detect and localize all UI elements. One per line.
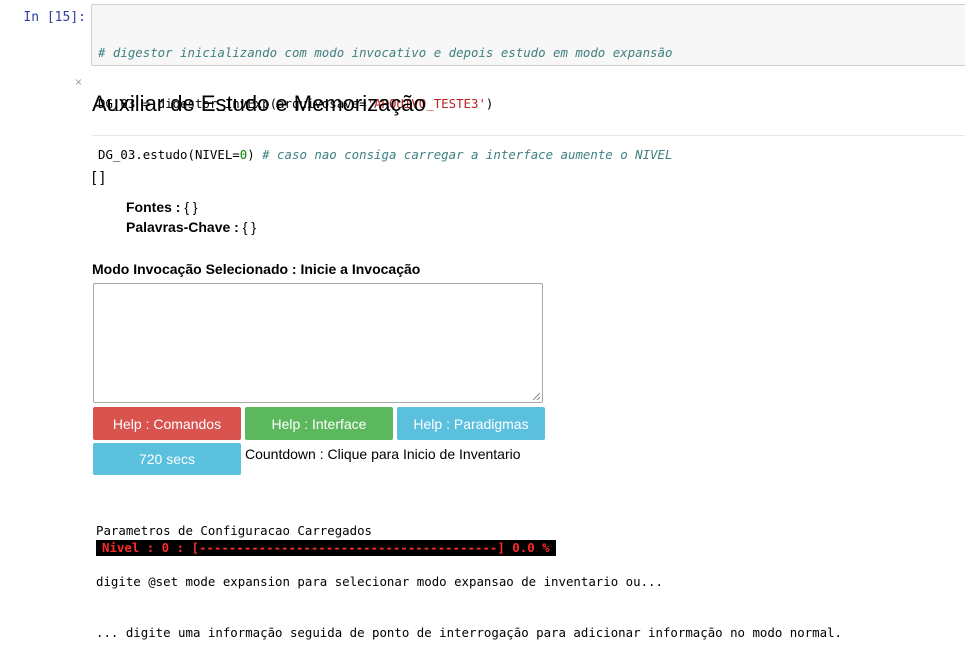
code-text: DG_03.estudo(NIVEL= [98, 147, 240, 162]
help-comandos-button[interactable]: Help : Comandos [93, 407, 241, 440]
code-cell-input[interactable]: # digestor inicializando com modo invoca… [91, 4, 965, 162]
palavras-chave-line: Palavras-Chave : { } [126, 219, 256, 235]
cell-output: Parametros de Configuracao Carregados di… [96, 488, 842, 658]
palavras-chave-value: { } [242, 219, 256, 235]
page-title: Auxiliar de Estudo e Memorização [92, 91, 426, 116]
progress-bar-text: Nivel : 0 : [---------------------------… [96, 540, 556, 556]
divider [92, 135, 965, 136]
palavras-chave-label: Palavras-Chave [126, 219, 231, 235]
output-line: digite @set mode expansion para selecion… [96, 574, 663, 589]
code-comment: # digestor inicializando com modo invoca… [98, 45, 673, 60]
fontes-sep: : [171, 199, 185, 215]
empty-list-display: [ ] [92, 169, 105, 186]
close-output-icon[interactable]: × [75, 76, 82, 88]
invocation-textarea[interactable] [93, 283, 543, 403]
countdown-timer-button[interactable]: 720 secs [93, 443, 241, 475]
output-line: Parametros de Configuracao Carregados [96, 523, 373, 538]
output-line: ... digite uma informação seguida de pon… [96, 625, 842, 640]
code-text: ) [247, 147, 263, 162]
mode-label: Modo Invocação Selecionado : Inicie a In… [92, 261, 421, 277]
code-line-3: DG_03.estudo(NIVEL=0) # caso nao consiga… [98, 146, 965, 163]
code-comment: # caso nao consiga carregar a interface … [262, 147, 673, 162]
code-text: ) [485, 96, 494, 111]
fontes-label: Fontes [126, 199, 172, 215]
help-paradigmas-button[interactable]: Help : Paradigmas [397, 407, 545, 440]
cell-prompt: In [15]: [23, 10, 86, 25]
countdown-label: Countdown : Clique para Inicio de Invent… [245, 446, 521, 462]
fontes-value: { } [184, 199, 198, 215]
palavras-chave-sep: : [230, 219, 243, 235]
help-interface-button[interactable]: Help : Interface [245, 407, 393, 440]
code-line-1: # digestor inicializando com modo invoca… [98, 44, 965, 61]
resize-handle-icon[interactable] [532, 392, 540, 400]
fontes-line: Fontes : { } [126, 199, 198, 215]
